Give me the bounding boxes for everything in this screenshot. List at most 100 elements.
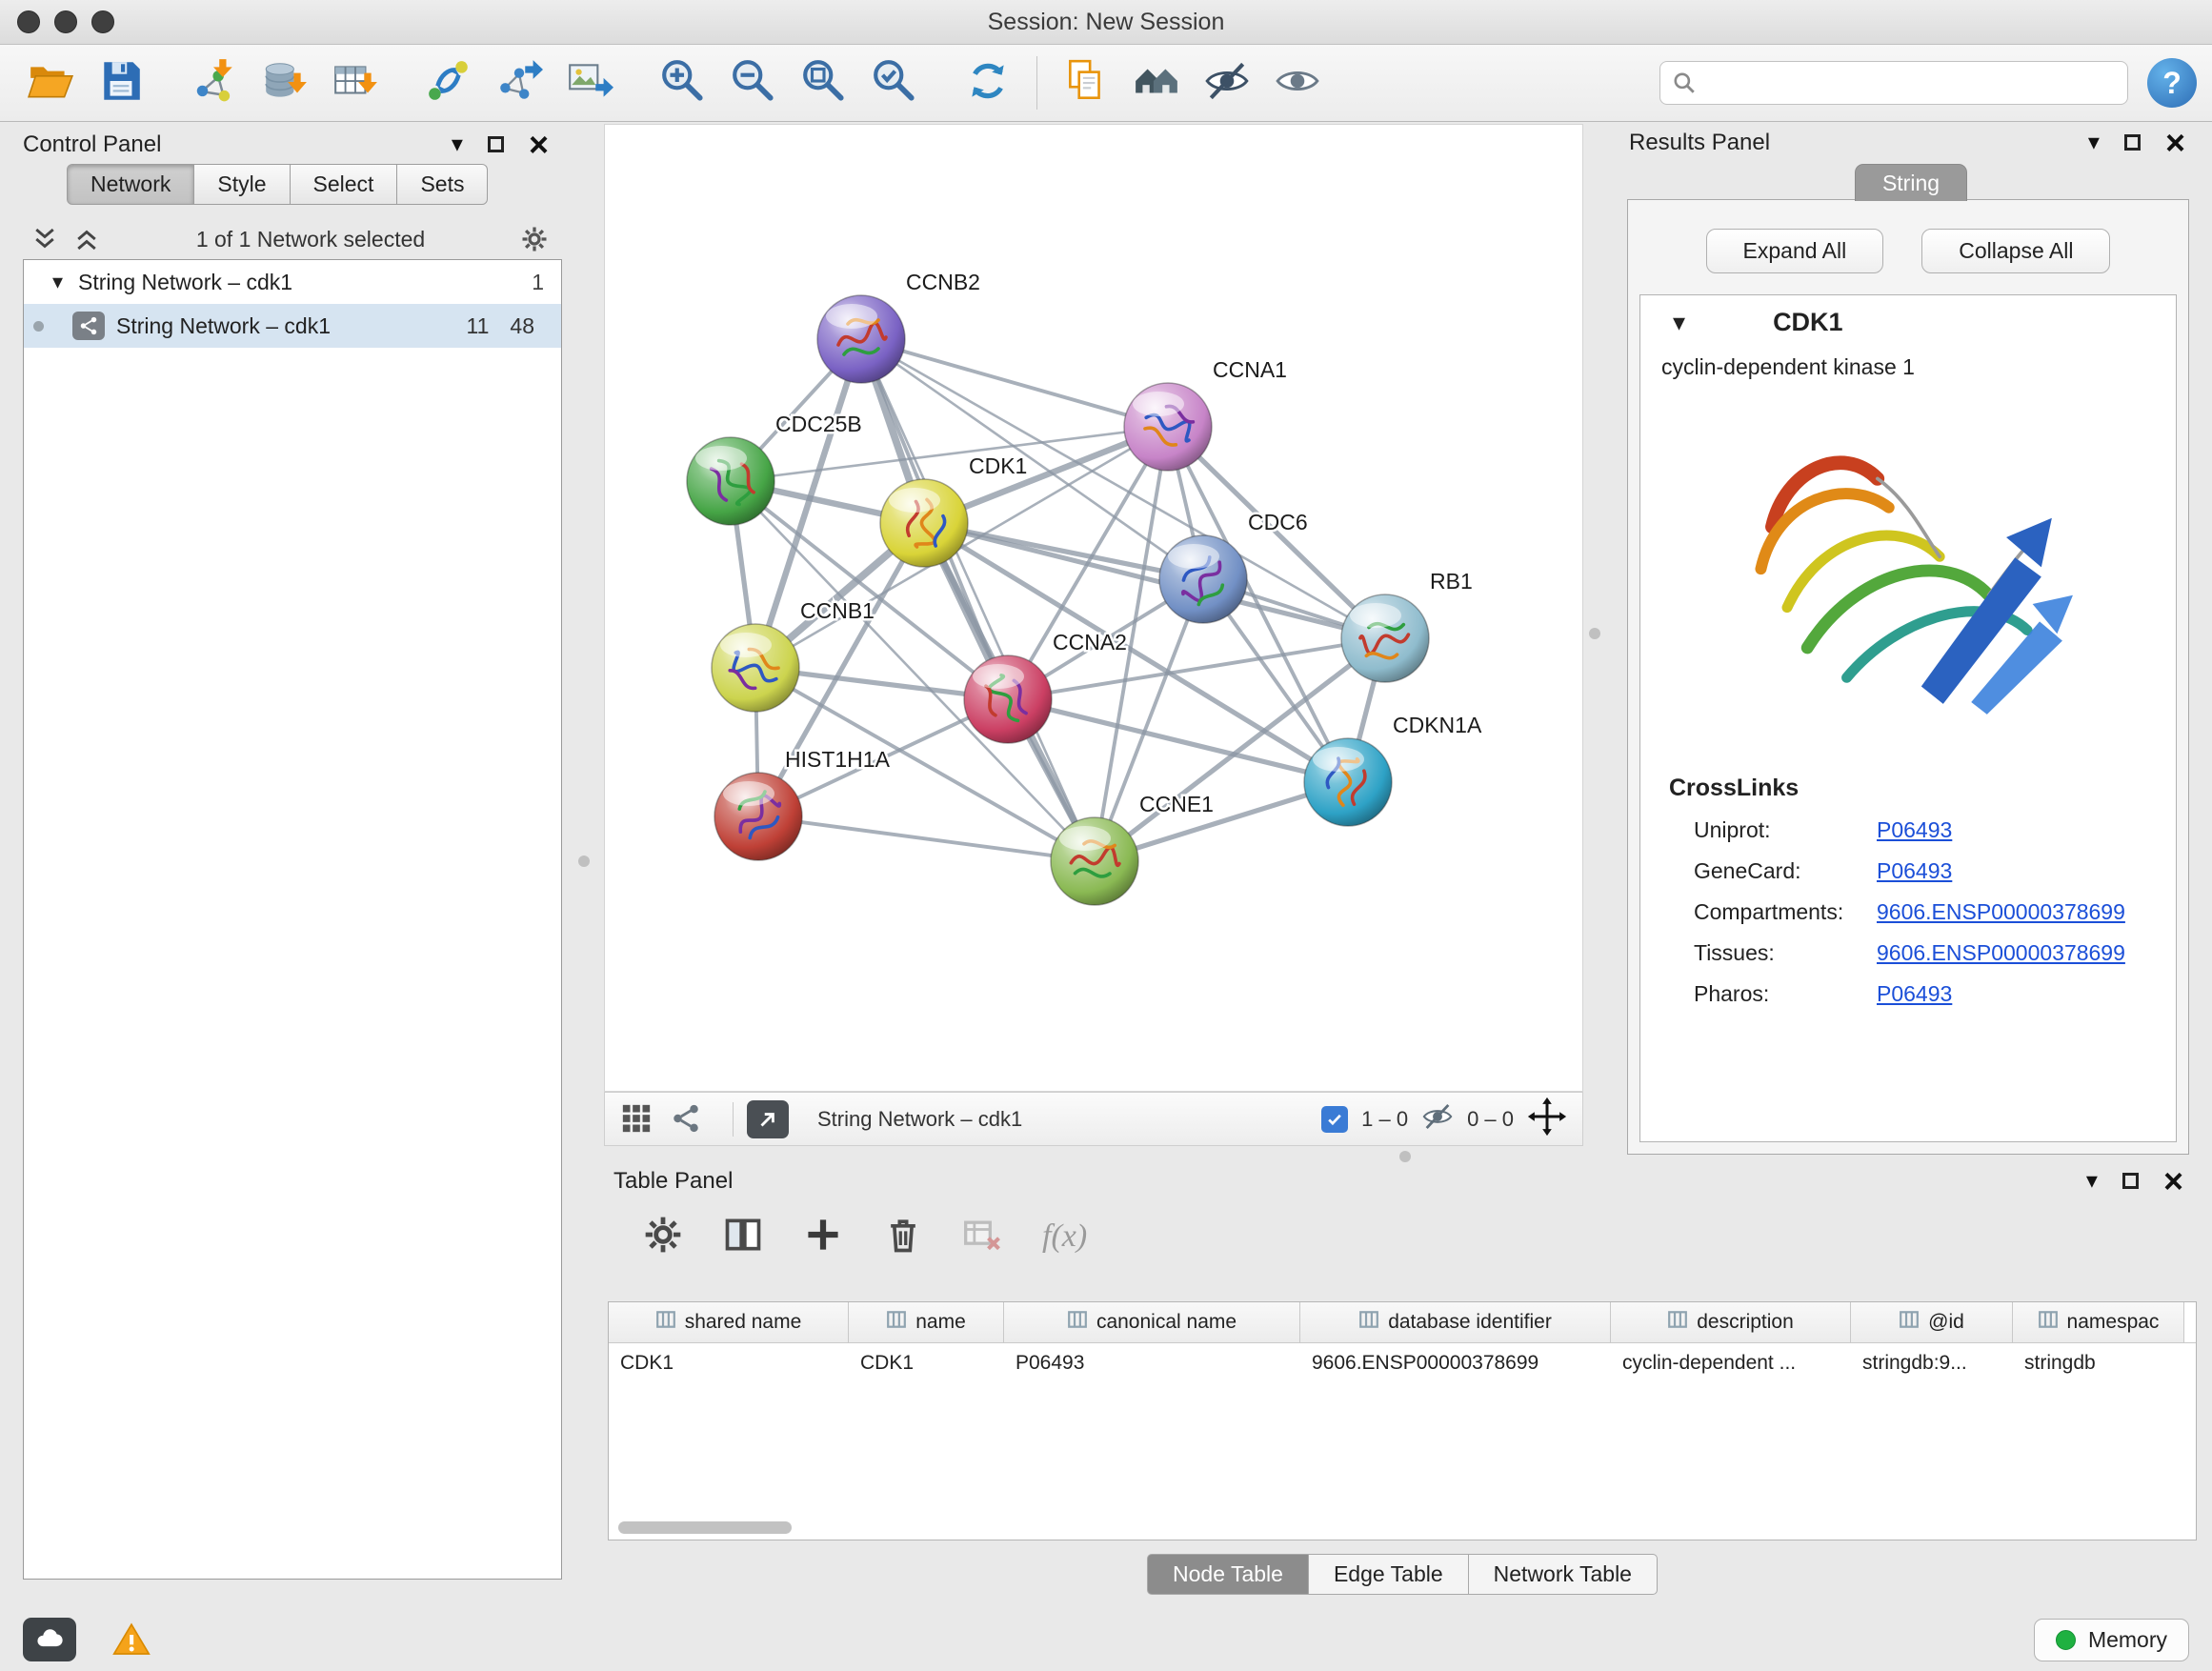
collapse-gene-icon[interactable]: ▾ [1673, 308, 1685, 337]
column-header-3[interactable]: database identifier [1300, 1302, 1611, 1342]
string-home-button[interactable] [1126, 52, 1187, 113]
grid-view-icon[interactable] [620, 1102, 654, 1137]
network-graph[interactable]: CCNB2CCNA1CDC25BCDK1CDC6RB1CCNB1CCNA2CDK… [605, 125, 1582, 1091]
network-collection-row[interactable]: ▾ String Network – cdk1 1 [24, 260, 561, 304]
zoom-selected-button[interactable] [864, 52, 925, 113]
minimize-window-button[interactable] [54, 10, 77, 33]
column-header-2[interactable]: canonical name [1004, 1302, 1300, 1342]
zoom-window-button[interactable] [91, 10, 114, 33]
gear-icon[interactable] [520, 225, 549, 253]
tab-style[interactable]: Style [194, 164, 290, 205]
node-CDKN1A[interactable]: CDKN1A [1304, 713, 1482, 826]
column-header-4[interactable]: description [1611, 1302, 1851, 1342]
column-header-1[interactable]: name [849, 1302, 1004, 1342]
panel-close-icon[interactable]: × [2163, 1168, 2183, 1196]
column-header-5[interactable]: @id [1851, 1302, 2013, 1342]
panel-close-icon[interactable]: × [2165, 130, 2185, 157]
tab-select[interactable]: Select [291, 164, 398, 205]
show-columns-icon[interactable] [722, 1214, 764, 1260]
tab-network[interactable]: Network [67, 164, 194, 205]
panel-menu-icon[interactable]: ▾ [2086, 1170, 2098, 1193]
tab-node-table[interactable]: Node Table [1147, 1554, 1309, 1595]
horizontal-scrollbar[interactable] [618, 1521, 792, 1534]
crosslink-link[interactable]: P06493 [1877, 858, 1952, 884]
new-network-button[interactable] [418, 52, 479, 113]
table-cell[interactable]: stringdb:9... [1851, 1343, 2013, 1383]
splitter-handle[interactable] [1399, 1151, 1411, 1162]
table-row[interactable]: CDK1CDK1P064939606.ENSP00000378699cyclin… [609, 1343, 2196, 1383]
hide-selected-button[interactable] [1196, 52, 1257, 113]
crosslink-link[interactable]: P06493 [1877, 981, 1952, 1007]
crosslink-link[interactable]: P06493 [1877, 817, 1952, 843]
node-HIST1H1A[interactable]: HIST1H1A [714, 747, 891, 860]
node-attribute-table[interactable]: shared namenamecanonical namedatabase id… [608, 1301, 2197, 1540]
collapse-all-button[interactable]: Collapse All [1921, 229, 2110, 273]
search-box[interactable] [1659, 61, 2128, 105]
memory-button[interactable]: Memory [2034, 1619, 2189, 1661]
selected-checkbox-icon[interactable] [1321, 1106, 1348, 1133]
open-session-button[interactable] [20, 52, 81, 113]
delete-column-trash-icon[interactable] [882, 1214, 924, 1260]
table-cell[interactable]: cyclin-dependent ... [1611, 1343, 1851, 1383]
tab-network-table[interactable]: Network Table [1469, 1554, 1658, 1595]
edge-CDK1-RB1[interactable] [924, 523, 1385, 638]
zoom-fit-button[interactable] [794, 52, 855, 113]
edge-CCNB2-CCNA1[interactable] [861, 339, 1168, 427]
import-network-button[interactable] [184, 52, 245, 113]
collapse-tree-icon[interactable] [72, 225, 101, 253]
table-cell[interactable]: stringdb [2013, 1343, 2184, 1383]
search-input[interactable] [1704, 70, 2116, 96]
fit-content-crosshair-icon[interactable] [1527, 1097, 1567, 1142]
export-network-button[interactable] [489, 52, 550, 113]
network-row[interactable]: String Network – cdk1 11 48 [24, 304, 561, 348]
expand-tree-icon[interactable] [30, 225, 59, 253]
zoom-in-button[interactable] [653, 52, 714, 113]
add-column-plus-icon[interactable] [802, 1214, 844, 1260]
save-session-button[interactable] [90, 52, 151, 113]
crosslink-link[interactable]: 9606.ENSP00000378699 [1877, 940, 2125, 966]
table-cell[interactable]: CDK1 [609, 1343, 849, 1383]
copy-button[interactable] [1056, 52, 1116, 113]
panel-menu-icon[interactable]: ▾ [2088, 131, 2100, 154]
table-cell[interactable]: P06493 [1004, 1343, 1300, 1383]
node-CCNA1[interactable]: CCNA1 [1124, 357, 1287, 471]
tab-sets[interactable]: Sets [397, 164, 488, 205]
panel-float-icon[interactable] [2124, 134, 2141, 151]
network-view-canvas[interactable]: CCNB2CCNA1CDC25BCDK1CDC6RB1CCNB1CCNA2CDK… [604, 124, 1583, 1092]
edge-CCNE1-HIST1H1A[interactable] [758, 816, 1095, 861]
close-window-button[interactable] [17, 10, 40, 33]
table-cell[interactable]: CDK1 [849, 1343, 1004, 1383]
apply-layout-button[interactable] [957, 52, 1018, 113]
open-in-new-window-button[interactable] [747, 1100, 789, 1138]
crosslink-link[interactable]: 9606.ENSP00000378699 [1877, 899, 2125, 925]
edge-CCNB2-CCNE1[interactable] [861, 339, 1095, 861]
import-database-button[interactable] [254, 52, 315, 113]
panel-float-icon[interactable] [2122, 1173, 2139, 1189]
share-network-icon[interactable] [670, 1102, 704, 1137]
table-cell[interactable]: 9606.ENSP00000378699 [1300, 1343, 1611, 1383]
import-table-button[interactable] [325, 52, 386, 113]
node-CCNE1[interactable]: CCNE1 [1051, 792, 1214, 905]
node-RB1[interactable]: RB1 [1341, 569, 1473, 682]
current-network-dot [33, 321, 44, 332]
zoom-out-button[interactable] [723, 52, 784, 113]
column-header-0[interactable]: shared name [609, 1302, 849, 1342]
tab-edge-table[interactable]: Edge Table [1309, 1554, 1469, 1595]
table-settings-gear-icon[interactable] [642, 1214, 684, 1260]
panel-float-icon[interactable] [488, 136, 504, 152]
expand-all-button[interactable]: Expand All [1706, 229, 1884, 273]
hidden-eye-icon[interactable] [1421, 1100, 1454, 1138]
tab-string[interactable]: String [1855, 164, 1967, 201]
help-button[interactable]: ? [2147, 58, 2197, 108]
splitter-handle[interactable] [1589, 628, 1600, 639]
cloud-icon[interactable] [23, 1618, 76, 1661]
export-image-button[interactable] [559, 52, 620, 113]
disclosure-triangle-icon[interactable]: ▾ [52, 270, 63, 294]
function-builder-icon[interactable]: f(x) [1042, 1218, 1087, 1255]
panel-menu-icon[interactable]: ▾ [452, 133, 463, 156]
splitter-handle[interactable] [578, 856, 590, 867]
column-header-6[interactable]: namespac [2013, 1302, 2184, 1342]
panel-close-icon[interactable]: × [529, 131, 549, 159]
show-all-button[interactable] [1267, 52, 1328, 113]
warning-icon[interactable] [109, 1618, 154, 1661]
